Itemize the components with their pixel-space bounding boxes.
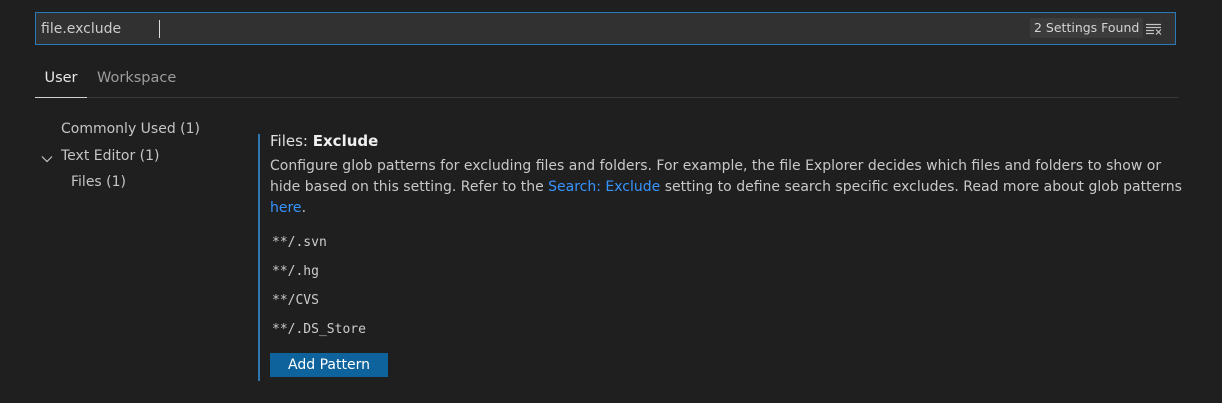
description-text: setting to define search specific exclud… (660, 179, 1182, 195)
exclude-pattern-item[interactable]: **/.hg (272, 264, 319, 279)
settings-search-bar[interactable]: 2 Settings Found (35, 12, 1176, 45)
setting-description: Configure glob patterns for excluding fi… (270, 156, 1185, 219)
add-pattern-button[interactable]: Add Pattern (270, 353, 388, 377)
setting-category: Files: (270, 132, 313, 150)
glob-patterns-link[interactable]: here (270, 200, 302, 216)
exclude-pattern-item[interactable]: **/.svn (272, 235, 327, 250)
text-caret (159, 20, 160, 38)
exclude-pattern-item[interactable]: **/CVS (272, 293, 319, 308)
description-text: . (301, 200, 307, 216)
setting-name: Exclude (312, 132, 379, 150)
tab-workspace[interactable]: Workspace (97, 60, 176, 98)
search-exclude-link[interactable]: Search: Exclude (548, 179, 660, 195)
toc-item-text-editor[interactable]: Text Editor (1) (61, 148, 159, 164)
exclude-pattern-item[interactable]: **/.DS_Store (272, 322, 366, 337)
tab-user[interactable]: User (35, 60, 87, 98)
toc-item-files[interactable]: Files (1) (71, 174, 126, 190)
results-count-badge: 2 Settings Found (1030, 18, 1144, 38)
clear-filter-icon[interactable] (1144, 19, 1164, 39)
toc-item-commonly-used[interactable]: Commonly Used (1) (61, 121, 200, 137)
chevron-down-icon[interactable] (41, 150, 53, 163)
setting-files-exclude: Files: Exclude Configure glob patterns f… (258, 132, 1188, 381)
settings-scope-tabs: User Workspace (35, 60, 1178, 98)
settings-editor: 2 Settings Found User Workspace Commonly… (0, 0, 1222, 403)
settings-search-input[interactable] (36, 13, 996, 44)
setting-title: Files: Exclude (270, 132, 378, 150)
